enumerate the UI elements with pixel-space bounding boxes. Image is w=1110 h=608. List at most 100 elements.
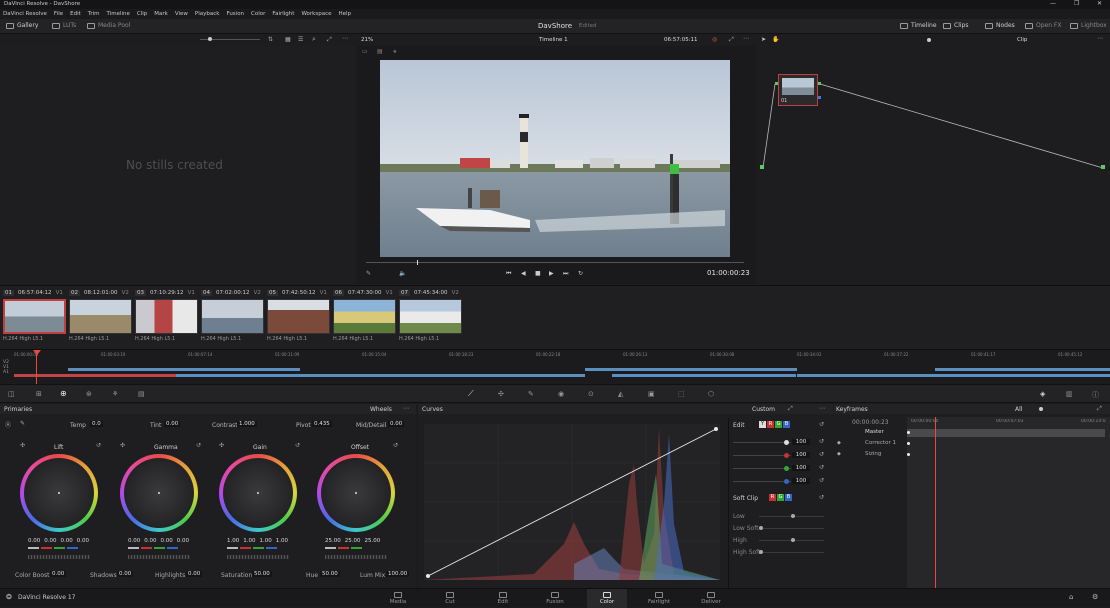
wheel-value[interactable]: 0.00 [44,538,56,544]
pointer-tool-icon[interactable]: ➤ [761,36,766,43]
wheel-reset-icon[interactable]: ↺ [96,442,101,449]
last-frame-button[interactable]: ⏭ [563,270,568,278]
wheel-value[interactable]: 0.00 [28,538,40,544]
expand-icon[interactable]: ⤢ [327,36,332,44]
edit-value-2[interactable]: 100 [792,465,810,471]
menu-davinci-resolve[interactable]: DaVinci Resolve [3,11,47,17]
wheel-center-point[interactable] [257,492,259,494]
wheel-reset-icon[interactable]: ↺ [295,442,300,449]
wheel-value[interactable]: 1.00 [227,538,239,544]
color-wheel-gamma[interactable] [120,454,198,532]
color-warper-icon[interactable]: ✣ [498,390,504,398]
kf-keyframe-marker[interactable] [907,442,910,445]
auto-balance-icon[interactable]: Ⓐ [5,420,11,429]
picker-icon[interactable]: ✎ [20,420,25,427]
playhead-marker[interactable] [33,350,41,355]
swatch-r[interactable]: R [767,421,774,428]
page-cut[interactable]: Cut [430,589,470,608]
list-view-icon[interactable]: ☰ [298,36,303,43]
media-pool-button[interactable]: Media Pool [87,22,130,29]
clip-thumbnail-03[interactable] [135,299,198,334]
edit-value-0[interactable]: 100 [792,439,810,445]
page-edit[interactable]: Edit [483,589,523,608]
wheel-value[interactable]: 25.00 [345,538,361,544]
softclip-handle[interactable] [759,550,763,554]
rgb-mixer-icon[interactable]: ⚘ [112,390,118,398]
bottom-field-color-boost[interactable]: 0.00 [50,571,67,577]
softclip-slider[interactable] [759,552,824,553]
timeline-button[interactable]: Timeline [900,22,937,29]
softclip-swatch-g[interactable]: G [777,494,784,501]
menu-help[interactable]: Help [339,11,352,17]
contrast-field[interactable]: 1.000 [237,421,257,427]
wheel-value[interactable]: 1.00 [276,538,288,544]
curve-point-black[interactable] [426,574,430,578]
luts-button[interactable]: LUTs [52,22,76,29]
node-zoom-handle[interactable] [927,38,931,42]
wheel-master-slider[interactable] [28,555,90,559]
edit-row-reset-icon[interactable]: ↺ [819,438,824,445]
scrubber-playhead[interactable] [417,260,418,265]
curves-icon[interactable]: ⟋ [468,389,474,399]
grid-view-icon[interactable]: ▦ [285,36,291,43]
wheel-value[interactable]: 0.00 [177,538,189,544]
close-button[interactable]: ✕ [1097,0,1102,7]
kf-row-label-master[interactable]: Master [865,429,884,435]
wheel-value[interactable]: 0.00 [161,538,173,544]
edit-slider-0[interactable] [733,442,791,443]
wheel-value[interactable]: 0.00 [77,538,89,544]
node-input-port[interactable] [775,82,778,85]
page-color[interactable]: Color [587,589,627,608]
clip-thumbnail-07[interactable] [399,299,462,334]
timeline-clip-v1-c[interactable] [301,374,585,377]
edit-slider-3[interactable] [733,481,791,482]
wheel-value[interactable]: 25.00 [365,538,381,544]
edit-slider-2[interactable] [733,468,791,469]
softclip-swatch-b[interactable]: B [785,494,792,501]
color-wheels-icon[interactable]: ⊕ [60,389,67,398]
hand-tool-icon[interactable]: ✋ [772,36,779,43]
node-output-port[interactable] [818,82,821,85]
lightbox-button[interactable]: Lightbox [1070,22,1107,29]
timeline-clip-v1-active[interactable] [14,374,176,377]
kf-row-dot[interactable]: ◆ [837,451,841,457]
swatch-b[interactable]: B [783,421,790,428]
page-fairlight[interactable]: Fairlight [639,589,679,608]
node-key-port[interactable] [818,96,821,99]
sizing-icon[interactable]: ⬡ [708,390,714,398]
motion-effects-icon[interactable]: ▤ [138,390,145,398]
softclip-handle[interactable] [791,538,795,542]
wheel-center-point[interactable] [158,492,160,494]
sort-icon[interactable]: ⇅ [268,36,273,43]
wheel-value[interactable]: 0.00 [61,538,73,544]
play-button[interactable]: ▶ [549,270,554,277]
timeline-playhead[interactable] [36,351,37,384]
gallery-zoom-handle[interactable] [208,37,212,41]
bottom-field-shadows[interactable]: 0.00 [117,571,134,577]
swatch-g[interactable]: G [775,421,782,428]
bottom-field-lum-mix[interactable]: 100.00 [386,571,410,577]
qualifier-icon[interactable]: ✎ [528,390,534,398]
hdr-wheels-icon[interactable]: ⊛ [86,390,92,398]
wheel-master-slider[interactable] [325,555,387,559]
tracker-icon[interactable]: ⊙ [588,390,594,398]
first-frame-button[interactable]: ⏮ [506,270,511,278]
kf-keyframe-marker[interactable] [907,431,910,434]
edit-row-reset-icon[interactable]: ↺ [819,477,824,484]
curves-mode-selector[interactable]: Custom [752,406,775,413]
clip-thumbnail-02[interactable] [69,299,132,334]
window-icon[interactable]: ◉ [558,390,564,398]
wheel-value[interactable]: 1.00 [260,538,272,544]
softclip-swatch-r[interactable]: R [769,494,776,501]
maximize-button[interactable]: ❐ [1074,0,1079,7]
wheel-reset-icon[interactable]: ↺ [393,442,398,449]
eyedropper-icon[interactable]: ✎ [366,270,371,277]
wheel-value[interactable]: 1.00 [243,538,255,544]
middetail-field[interactable]: 0.00 [388,421,405,427]
menu-view[interactable]: View [175,11,188,17]
bottom-field-highlights[interactable]: 0.00 [186,571,203,577]
zoom-level[interactable]: 21% [361,37,373,43]
softclip-slider[interactable] [759,528,824,529]
curves-expand-icon[interactable]: ⤢ [788,405,793,413]
menu-clip[interactable]: Clip [137,11,147,17]
